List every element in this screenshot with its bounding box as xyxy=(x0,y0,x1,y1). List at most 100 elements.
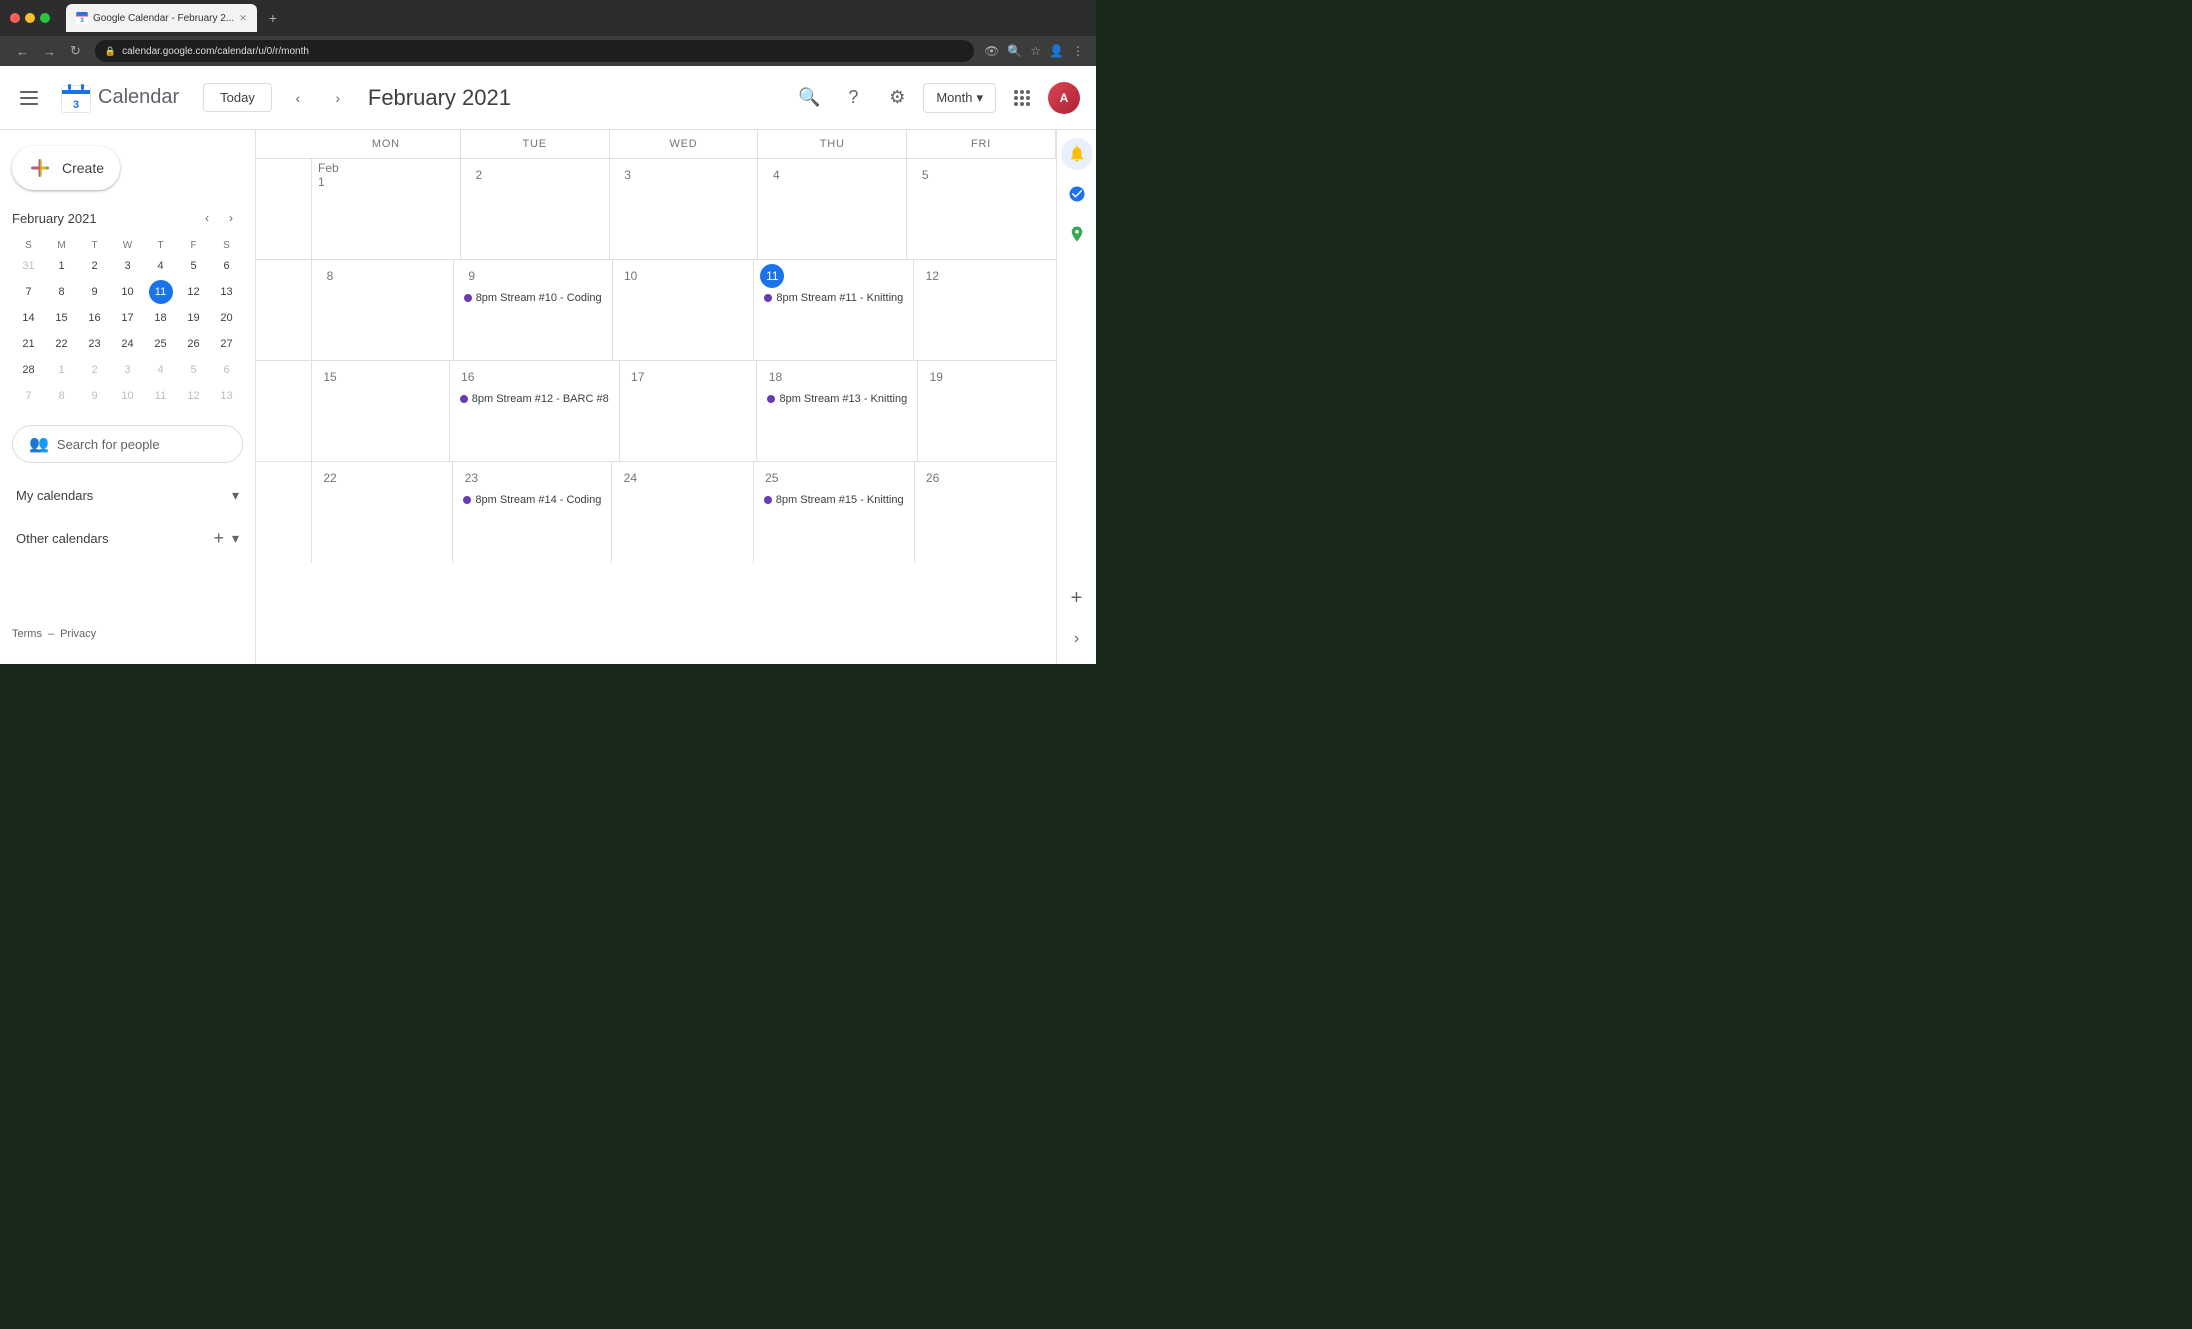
new-tab-button[interactable]: + xyxy=(261,10,285,26)
apps-button[interactable] xyxy=(1004,80,1040,116)
mini-day[interactable]: 5 xyxy=(182,358,206,382)
mini-day[interactable]: 13 xyxy=(215,384,239,408)
day-number-11-today[interactable]: 11 xyxy=(760,264,784,288)
mini-prev-button[interactable]: ‹ xyxy=(195,206,219,230)
day-number-12[interactable]: 12 xyxy=(920,264,944,288)
mini-day[interactable]: 20 xyxy=(215,306,239,330)
cal-day-22[interactable]: 22 xyxy=(312,462,453,563)
day-number-18[interactable]: 18 xyxy=(763,365,787,389)
mini-today[interactable]: 11 xyxy=(149,280,173,304)
tab-close-icon[interactable]: ✕ xyxy=(239,13,247,24)
maximize-button[interactable] xyxy=(40,13,50,23)
mini-day[interactable]: 7 xyxy=(17,384,41,408)
day-number-10[interactable]: 10 xyxy=(619,264,643,288)
menu-icon[interactable]: ⋮ xyxy=(1072,44,1084,58)
mini-day[interactable]: 10 xyxy=(116,280,140,304)
mini-day[interactable]: 22 xyxy=(50,332,74,356)
mini-day[interactable]: 18 xyxy=(149,306,173,330)
other-calendars-header[interactable]: Other calendars + ▾ xyxy=(12,520,243,557)
mini-day[interactable]: 14 xyxy=(17,306,41,330)
back-button[interactable]: ← xyxy=(12,42,33,61)
cal-day-23[interactable]: 23 8pm Stream #14 - Coding xyxy=(453,462,612,563)
day-number-5[interactable]: 5 xyxy=(913,163,937,187)
mini-day[interactable]: 4 xyxy=(149,254,173,278)
day-number-24[interactable]: 24 xyxy=(618,466,642,490)
day-number-23[interactable]: 23 xyxy=(459,466,483,490)
help-button[interactable]: ? xyxy=(835,80,871,116)
mini-day[interactable]: 3 xyxy=(116,254,140,278)
day-number-9[interactable]: 9 xyxy=(460,264,484,288)
mini-day[interactable]: 11 xyxy=(149,384,173,408)
mini-day[interactable]: 23 xyxy=(83,332,107,356)
event-stream10[interactable]: 8pm Stream #10 - Coding xyxy=(460,290,606,306)
day-number-19[interactable]: 19 xyxy=(924,365,948,389)
url-bar[interactable]: 🔒 calendar.google.com/calendar/u/0/r/mon… xyxy=(95,40,974,62)
my-calendars-header[interactable]: My calendars ▾ xyxy=(12,479,243,512)
mini-day[interactable]: 6 xyxy=(215,358,239,382)
event-stream15[interactable]: 8pm Stream #15 - Knitting xyxy=(760,492,908,508)
mini-day[interactable]: 31 xyxy=(17,254,41,278)
cal-day-3[interactable]: 3 xyxy=(610,159,759,259)
logo-container[interactable]: 3 Calendar xyxy=(60,82,179,114)
forward-button[interactable]: → xyxy=(39,42,60,61)
day-number-25[interactable]: 25 xyxy=(760,466,784,490)
mini-day[interactable]: 21 xyxy=(17,332,41,356)
active-tab[interactable]: 3 Google Calendar - February 2... ✕ xyxy=(66,4,257,32)
mini-day[interactable]: 19 xyxy=(182,306,206,330)
mini-day[interactable]: 27 xyxy=(215,332,239,356)
view-selector[interactable]: Month ▾ xyxy=(923,83,996,113)
mini-day[interactable]: 1 xyxy=(50,254,74,278)
prev-month-button[interactable]: ‹ xyxy=(284,84,312,112)
event-stream12[interactable]: 8pm Stream #12 - BARC #8 xyxy=(456,391,613,407)
cal-day-9[interactable]: 9 8pm Stream #10 - Coding xyxy=(454,260,613,360)
terms-link[interactable]: Terms xyxy=(12,628,42,640)
mini-day[interactable]: 9 xyxy=(83,280,107,304)
cal-day-16[interactable]: 16 8pm Stream #12 - BARC #8 xyxy=(450,361,620,461)
day-number-15[interactable]: 15 xyxy=(318,365,342,389)
cal-day-26[interactable]: 26 xyxy=(915,462,1056,563)
mini-day[interactable]: 12 xyxy=(182,384,206,408)
bookmark-icon[interactable]: ☆ xyxy=(1030,44,1041,58)
day-number-22[interactable]: 22 xyxy=(318,466,342,490)
cal-day-8[interactable]: 8 xyxy=(312,260,454,360)
mini-day[interactable]: 15 xyxy=(50,306,74,330)
mini-day[interactable]: 1 xyxy=(50,358,74,382)
mini-day[interactable]: 13 xyxy=(215,280,239,304)
cal-day-24[interactable]: 24 xyxy=(612,462,753,563)
day-number-8[interactable]: 8 xyxy=(318,264,342,288)
right-expand-button[interactable]: › xyxy=(1066,622,1087,656)
mini-day[interactable]: 25 xyxy=(149,332,173,356)
mini-day[interactable]: 8 xyxy=(50,384,74,408)
mini-day[interactable]: 8 xyxy=(50,280,74,304)
mini-day[interactable]: 28 xyxy=(17,358,41,382)
close-button[interactable] xyxy=(10,13,20,23)
cal-day-5[interactable]: 5 xyxy=(907,159,1056,259)
cal-day-17[interactable]: 17 xyxy=(620,361,758,461)
today-button[interactable]: Today xyxy=(203,83,272,112)
mini-day[interactable]: 17 xyxy=(116,306,140,330)
mini-day[interactable]: 5 xyxy=(182,254,206,278)
cal-day-4[interactable]: 4 xyxy=(758,159,907,259)
mini-day[interactable]: 24 xyxy=(116,332,140,356)
right-maps-icon[interactable] xyxy=(1061,218,1093,250)
mini-day[interactable]: 6 xyxy=(215,254,239,278)
day-number-2[interactable]: 2 xyxy=(467,163,491,187)
cal-day-15[interactable]: 15 xyxy=(312,361,450,461)
event-stream13[interactable]: 8pm Stream #13 - Knitting xyxy=(763,391,911,407)
cal-day-2[interactable]: 2 xyxy=(461,159,610,259)
cal-day-feb1[interactable]: Feb 1 xyxy=(312,159,461,259)
mini-day[interactable]: 2 xyxy=(83,358,107,382)
people-search[interactable]: 👥 Search for people xyxy=(12,425,243,463)
cal-day-10[interactable]: 10 xyxy=(613,260,755,360)
search-icon[interactable]: 🔍 xyxy=(1007,44,1022,58)
mini-day[interactable]: 26 xyxy=(182,332,206,356)
extension-icon[interactable]: 👁 xyxy=(984,44,999,58)
event-stream11[interactable]: 8pm Stream #11 - Knitting xyxy=(760,290,907,306)
mini-day[interactable]: 4 xyxy=(149,358,173,382)
day-number-feb1[interactable]: Feb 1 xyxy=(318,163,342,187)
profile-icon[interactable]: 👤 xyxy=(1049,44,1064,58)
mini-day[interactable]: 16 xyxy=(83,306,107,330)
right-notifications-icon[interactable] xyxy=(1061,138,1093,170)
day-number-26[interactable]: 26 xyxy=(921,466,945,490)
user-avatar[interactable]: A xyxy=(1048,82,1080,114)
